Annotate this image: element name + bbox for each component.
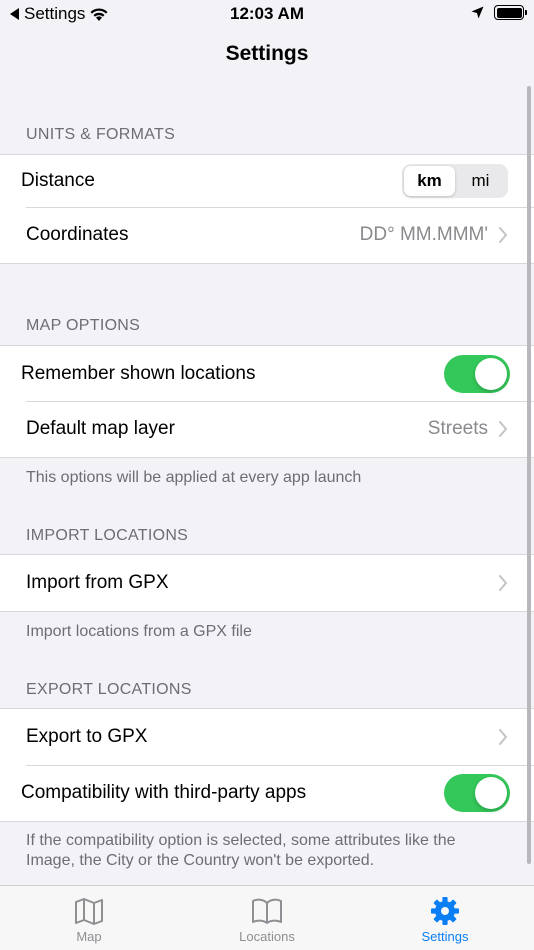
distance-option-mi[interactable]: mi bbox=[455, 166, 506, 196]
section-header-units: UNITS & FORMATS bbox=[26, 126, 176, 143]
row-default-map-layer[interactable]: Default map layer Streets bbox=[0, 401, 534, 457]
page-title: Settings bbox=[225, 42, 309, 65]
export-gpx-label: Export to GPX bbox=[26, 726, 148, 747]
distance-option-km[interactable]: km bbox=[404, 166, 455, 196]
coordinates-label: Coordinates bbox=[26, 224, 129, 245]
section-footer-map: This options will be applied at every ap… bbox=[26, 469, 362, 486]
group-map: Remember shown locations Default map lay… bbox=[0, 345, 534, 458]
map-icon bbox=[75, 898, 103, 925]
chevron-right-icon bbox=[499, 421, 507, 437]
status-right bbox=[471, 5, 527, 20]
remember-locations-label: Remember shown locations bbox=[21, 362, 256, 384]
chevron-right-icon bbox=[499, 729, 507, 745]
toggle-knob bbox=[475, 777, 507, 809]
row-remember-locations: Remember shown locations bbox=[0, 346, 534, 401]
row-import-gpx[interactable]: Import from GPX bbox=[0, 555, 534, 611]
group-import: Import from GPX bbox=[0, 554, 534, 612]
gear-icon bbox=[431, 897, 459, 925]
row-export-gpx[interactable]: Export to GPX bbox=[0, 709, 534, 765]
section-header-map: MAP OPTIONS bbox=[26, 317, 141, 334]
tab-settings[interactable]: Settings bbox=[356, 886, 534, 950]
tab-map[interactable]: Map bbox=[0, 886, 178, 950]
tab-map-label: Map bbox=[76, 929, 102, 944]
import-gpx-label: Import from GPX bbox=[26, 572, 169, 593]
distance-segmented-control[interactable]: km mi bbox=[402, 164, 508, 198]
compatibility-toggle[interactable] bbox=[444, 774, 510, 812]
section-footer-export: If the compatibility option is selected,… bbox=[26, 832, 456, 869]
book-icon bbox=[252, 898, 282, 924]
compatibility-label: Compatibility with third-party apps bbox=[21, 782, 307, 803]
chevron-right-icon bbox=[499, 575, 507, 591]
default-map-layer-label: Default map layer bbox=[26, 418, 175, 439]
status-bar: Settings 12:03 AM bbox=[0, 0, 534, 30]
row-distance: Distance km mi bbox=[0, 155, 534, 207]
row-coordinates[interactable]: Coordinates DD° MM.MMM' bbox=[0, 207, 534, 263]
remember-locations-toggle[interactable] bbox=[444, 354, 510, 393]
status-time: 12:03 AM bbox=[229, 4, 304, 23]
section-footer-import: Import locations from a GPX file bbox=[26, 623, 252, 640]
battery-icon bbox=[494, 5, 527, 20]
group-units: Distance km mi Coordinates DD° MM.MMM' bbox=[0, 154, 534, 264]
coordinates-value: DD° MM.MMM' bbox=[359, 224, 488, 245]
scroll-indicator[interactable] bbox=[527, 86, 531, 864]
section-header-export: EXPORT LOCATIONS bbox=[26, 681, 192, 698]
location-arrow-icon bbox=[471, 6, 484, 19]
tab-locations[interactable]: Locations bbox=[178, 886, 356, 950]
chevron-right-icon bbox=[499, 227, 507, 243]
tab-locations-label: Locations bbox=[239, 929, 295, 944]
row-compatibility: Compatibility with third-party apps bbox=[0, 765, 534, 821]
tab-bar: Map Locations Settings bbox=[0, 885, 534, 950]
group-export: Export to GPX Compatibility with third-p… bbox=[0, 708, 534, 822]
toggle-knob bbox=[475, 357, 507, 390]
default-map-layer-value: Streets bbox=[427, 418, 488, 439]
section-header-import: IMPORT LOCATIONS bbox=[26, 527, 189, 544]
tab-settings-label: Settings bbox=[421, 929, 469, 944]
distance-label: Distance bbox=[21, 170, 95, 191]
